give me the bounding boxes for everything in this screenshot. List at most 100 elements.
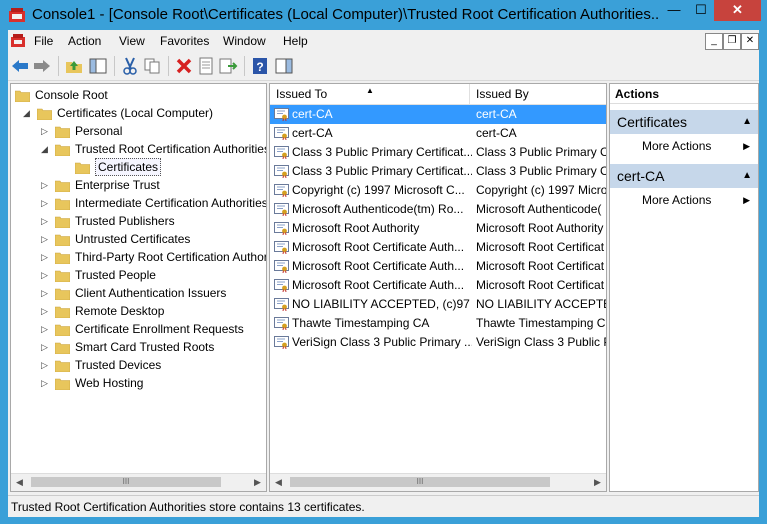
minimize-button[interactable]: — (660, 0, 688, 21)
table-row[interactable]: Microsoft Authenticode(tm) Ro... Microsof… (270, 200, 606, 219)
tree-item[interactable]: ▷ Web Hosting (41, 374, 266, 392)
results-list-pane[interactable]: Issued To ▲ Issued By cert-CA cert-CA cert… (269, 83, 607, 492)
tree-item[interactable]: ▷ Smart Card Trusted Roots (41, 338, 266, 356)
expand-arrow-icon[interactable]: ▷ (41, 176, 51, 194)
table-row[interactable]: Class 3 Public Primary Certificat... Clas… (270, 162, 606, 181)
menu-view[interactable]: View (119, 34, 145, 48)
folder-icon (54, 269, 71, 283)
back-arrow-icon[interactable] (10, 56, 30, 76)
tree-item[interactable]: ▷ Trusted Devices (41, 356, 266, 374)
tree-item[interactable]: ▷ Remote Desktop (41, 302, 266, 320)
table-row[interactable]: cert-CA cert-CA (270, 105, 606, 124)
list-horizontal-scrollbar[interactable]: ◀ III ▶ (270, 473, 606, 491)
copy-icon[interactable] (142, 56, 162, 76)
properties-icon[interactable] (196, 56, 216, 76)
menu-action[interactable]: Action (68, 34, 101, 48)
client-area: File Action View Favorites Window Help _… (8, 30, 759, 517)
folder-icon (54, 251, 71, 265)
maximize-button[interactable]: ☐ (688, 0, 714, 21)
expand-arrow-icon[interactable]: ▷ (41, 338, 51, 356)
expand-arrow-icon[interactable]: ▷ (41, 212, 51, 230)
certificate-icon (274, 260, 289, 274)
expand-arrow-icon[interactable]: ▷ (41, 374, 51, 392)
tree-item[interactable]: ▷ Certificate Enrollment Requests (41, 320, 266, 338)
mdi-restore-button[interactable]: ❐ (723, 33, 741, 50)
scroll-thumb[interactable]: III (31, 477, 221, 487)
expand-arrow-icon[interactable]: ▷ (41, 230, 51, 248)
column-header-issued-by[interactable]: Issued By (470, 84, 606, 104)
mdi-close-button[interactable]: ✕ (741, 33, 759, 50)
expand-arrow-icon[interactable]: ▷ (41, 194, 51, 212)
menu-window[interactable]: Window (223, 34, 266, 48)
expand-arrow-icon[interactable]: ▷ (41, 248, 51, 266)
show-hide-console-tree-icon[interactable] (88, 56, 108, 76)
tree-item[interactable]: ▷ Untrusted Certificates (41, 230, 266, 248)
table-row[interactable]: Microsoft Root Authority Microsoft Root A… (270, 219, 606, 238)
actions-section-certificates[interactable]: Certificates ▲ (610, 110, 758, 134)
export-list-icon[interactable] (218, 56, 238, 76)
expand-arrow-icon[interactable]: ▷ (41, 320, 51, 338)
menu-file[interactable]: File (34, 34, 53, 48)
tree-item[interactable]: ▷ Client Authentication Issuers (41, 284, 266, 302)
table-row[interactable]: Class 3 Public Primary Certificat... Clas… (270, 143, 606, 162)
scroll-left-arrow[interactable]: ◀ (11, 474, 28, 491)
scroll-thumb[interactable]: III (290, 477, 550, 487)
toolbar-separator (114, 56, 115, 76)
tree-item[interactable]: ▷ Third-Party Root Certification Authorit… (41, 248, 266, 266)
scroll-right-arrow[interactable]: ▶ (589, 474, 606, 491)
expand-arrow-icon[interactable]: ▷ (41, 284, 51, 302)
expand-arrow-icon[interactable]: ▷ (41, 302, 51, 320)
tree-horizontal-scrollbar[interactable]: ◀ III ▶ (11, 473, 266, 491)
document-system-menu-icon[interactable] (10, 33, 26, 49)
cell-issued-to: Microsoft Root Authority (292, 221, 420, 235)
table-row[interactable]: NO LIABILITY ACCEPTED, (c)97 ... NO LIABI… (270, 295, 606, 314)
more-actions-certificates[interactable]: More Actions (642, 139, 711, 153)
collapse-caret-icon[interactable]: ▲ (742, 164, 752, 188)
tree-item[interactable]: Certificates (61, 158, 266, 176)
actions-title: Actions (610, 84, 758, 104)
collapse-arrow-icon[interactable]: ◢ (41, 140, 51, 158)
table-row[interactable]: VeriSign Class 3 Public Primary ... VeriS… (270, 333, 606, 352)
more-actions-cert-ca[interactable]: More Actions (642, 193, 711, 207)
submenu-arrow-icon: ▶ (743, 195, 750, 205)
forward-arrow-icon[interactable] (32, 56, 52, 76)
expand-arrow-icon[interactable]: ▷ (41, 356, 51, 374)
help-icon[interactable]: ? (250, 56, 270, 76)
up-folder-icon[interactable] (64, 56, 84, 76)
table-row[interactable]: Microsoft Root Certificate Auth... Micros… (270, 276, 606, 295)
show-hide-action-pane-icon[interactable] (274, 56, 294, 76)
table-row[interactable]: Thawte Timestamping CA Thawte Timestampin… (270, 314, 606, 333)
collapse-arrow-icon[interactable]: ◢ (23, 104, 33, 122)
folder-icon (54, 125, 71, 139)
collapse-caret-icon[interactable]: ▲ (742, 110, 752, 134)
console-tree-pane[interactable]: Console Root ◢ Certificates (Local Compute… (10, 83, 267, 492)
menu-favorites[interactable]: Favorites (160, 34, 209, 48)
column-header-issued-to[interactable]: Issued To ▲ (270, 84, 470, 104)
cell-issued-by: Microsoft Root Certificat (476, 259, 605, 273)
expand-arrow-icon[interactable]: ▷ (41, 122, 51, 140)
tree-item[interactable]: ▷ Personal (41, 122, 266, 140)
table-row[interactable]: Microsoft Root Certificate Auth... Micros… (270, 238, 606, 257)
tree-item[interactable]: ▷ Enterprise Trust (41, 176, 266, 194)
scroll-left-arrow[interactable]: ◀ (270, 474, 287, 491)
close-button[interactable]: ✕ (714, 0, 761, 21)
tree-item[interactable]: ◢ Trusted Root Certification Authorities (41, 140, 266, 158)
menu-help[interactable]: Help (283, 34, 308, 48)
title-bar[interactable]: Console1 - [Console Root\Certificates (L… (0, 0, 767, 30)
tree-item[interactable]: ▷ Intermediate Certification Authorities (41, 194, 266, 212)
toolbar-separator (244, 56, 245, 76)
table-row[interactable]: Copyright (c) 1997 Microsoft C... Copyrig… (270, 181, 606, 200)
cut-scissors-icon[interactable] (120, 56, 140, 76)
folder-icon (54, 305, 71, 319)
mdi-minimize-button[interactable]: _ (705, 33, 723, 50)
table-row[interactable]: Microsoft Root Certificate Auth... Micros… (270, 257, 606, 276)
tree-item[interactable]: ▷ Trusted Publishers (41, 212, 266, 230)
actions-section-cert-ca[interactable]: cert-CA ▲ (610, 164, 758, 188)
table-row[interactable]: cert-CA cert-CA (270, 124, 606, 143)
delete-x-icon[interactable] (174, 56, 194, 76)
expand-arrow-icon[interactable]: ▷ (41, 266, 51, 284)
tree-item[interactable]: ▷ Trusted People (41, 266, 266, 284)
tree-item[interactable]: Console Root (14, 86, 266, 104)
tree-item[interactable]: ◢ Certificates (Local Computer) (23, 104, 266, 122)
scroll-right-arrow[interactable]: ▶ (249, 474, 266, 491)
